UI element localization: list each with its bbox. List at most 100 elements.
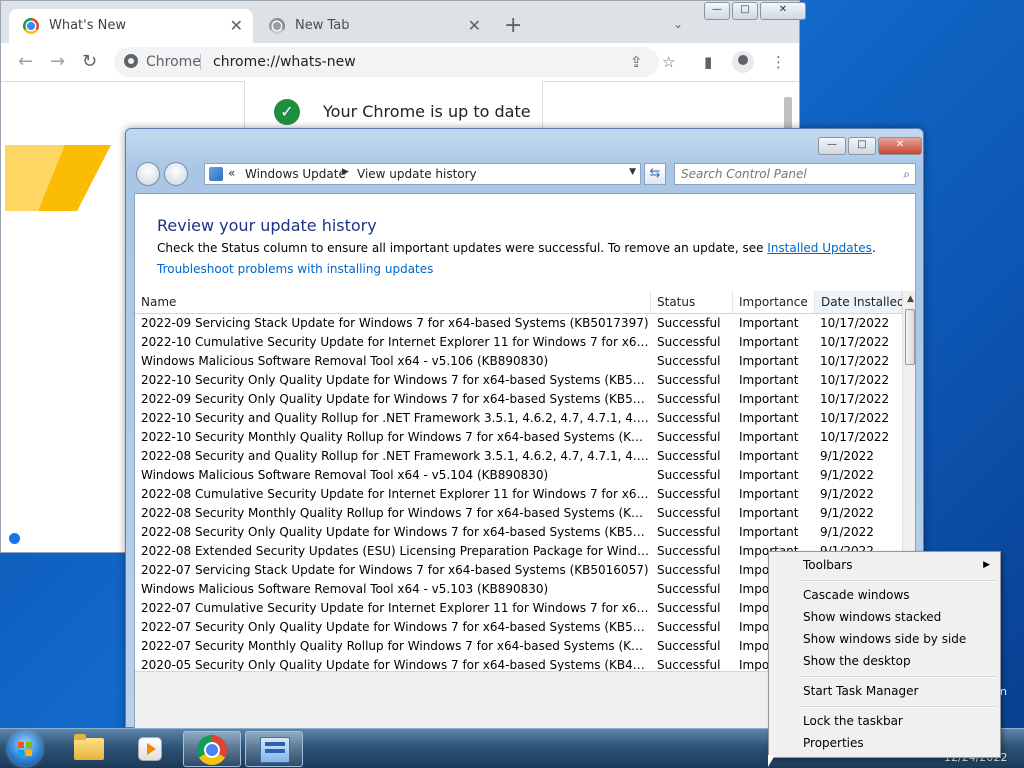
column-header-name[interactable]: Name (135, 291, 651, 313)
menu-separator (799, 580, 997, 582)
update-row[interactable]: Windows Malicious Software Removal Tool … (135, 352, 902, 371)
tab-new-tab[interactable]: New Tab ✕ (255, 9, 491, 43)
update-status: Successful (657, 335, 721, 349)
scrollbar-thumb[interactable] (905, 309, 915, 365)
close-button[interactable]: ✕ (878, 137, 922, 155)
refresh-button[interactable]: ⇆ (644, 163, 666, 185)
menu-item-show-windows-side-by-side[interactable]: Show windows side by side (803, 632, 966, 646)
scroll-up-icon[interactable]: ▲ (903, 291, 915, 308)
chrome-menu-icon[interactable]: ⋮ (771, 53, 786, 71)
address-dropdown-icon[interactable]: ▼ (629, 167, 636, 177)
taskbar-control-panel[interactable] (245, 731, 303, 767)
menu-item-lock-the-taskbar[interactable]: Lock the taskbar (803, 714, 903, 728)
share-icon[interactable]: ⇪ (630, 53, 643, 71)
installed-updates-link[interactable]: Installed Updates (767, 241, 872, 255)
update-importance: Important (739, 525, 799, 539)
chrome-toolbar: ← → ↻ Chrome chrome://whats-new ⇪ ☆ ▮ ⋮ (1, 43, 799, 82)
update-status: Successful (657, 449, 721, 463)
new-tab-button[interactable]: + (504, 14, 522, 38)
tab-close-icon[interactable]: ✕ (230, 9, 243, 43)
update-name: Windows Malicious Software Removal Tool … (141, 468, 549, 482)
tab-label: What's New (49, 18, 126, 33)
update-row[interactable]: 2022-09 Security Only Quality Update for… (135, 390, 902, 409)
update-row[interactable]: 2022-10 Security Monthly Quality Rollup … (135, 428, 902, 447)
update-importance: Important (739, 506, 799, 520)
breadcrumb-overflow-icon[interactable]: « (228, 166, 235, 180)
search-icon[interactable]: ⌕ (903, 167, 910, 182)
update-status: Successful (657, 506, 721, 520)
update-row[interactable]: 2022-10 Security and Quality Rollup for … (135, 409, 902, 428)
update-date: 10/17/2022 (820, 373, 890, 387)
bookmark-star-icon[interactable]: ☆ (662, 53, 675, 71)
menu-item-properties[interactable]: Properties (803, 736, 864, 750)
minimize-button[interactable]: — (704, 2, 730, 20)
update-row[interactable]: Windows Malicious Software Removal Tool … (135, 466, 902, 485)
menu-item-show-the-desktop[interactable]: Show the desktop (803, 654, 911, 668)
column-header-status[interactable]: Status (651, 291, 733, 313)
update-row[interactable]: 2022-09 Servicing Stack Update for Windo… (135, 314, 902, 333)
side-panel-icon[interactable]: ▮ (704, 53, 712, 71)
taskbar-chrome[interactable] (183, 731, 241, 767)
update-row[interactable]: 2022-10 Cumulative Security Update for I… (135, 333, 902, 352)
breadcrumb-view-update-history[interactable]: View update history (357, 167, 477, 181)
maximize-button[interactable]: □ (848, 137, 876, 155)
blue-dot-icon (9, 533, 20, 544)
update-name: 2022-10 Security Only Quality Update for… (141, 373, 649, 387)
search-input[interactable] (681, 167, 881, 181)
update-name: Windows Malicious Software Removal Tool … (141, 582, 549, 596)
start-button[interactable] (8, 732, 42, 766)
search-box[interactable]: ⌕ (674, 163, 916, 185)
submenu-arrow-icon: ▶ (983, 560, 990, 570)
minimize-button[interactable]: — (818, 137, 846, 155)
update-importance: Important (739, 335, 799, 349)
update-date: 9/1/2022 (820, 487, 874, 501)
update-row[interactable]: 2022-08 Cumulative Security Update for I… (135, 485, 902, 504)
update-status: Successful (657, 658, 721, 671)
update-importance: Important (739, 392, 799, 406)
maximize-button[interactable]: □ (732, 2, 758, 20)
page-title: Review your update history (157, 216, 377, 235)
update-importance: Important (739, 468, 799, 482)
omnibox-url[interactable]: chrome://whats-new (213, 47, 356, 77)
update-row[interactable]: 2022-10 Security Only Quality Update for… (135, 371, 902, 390)
decorative-yellow-shape (5, 145, 111, 211)
tab-close-icon[interactable]: ✕ (468, 9, 481, 43)
profile-avatar-icon[interactable] (732, 51, 754, 73)
update-importance: Important (739, 373, 799, 387)
breadcrumb-windows-update[interactable]: Windows Update (245, 167, 346, 181)
back-arrow-icon[interactable]: ← (18, 51, 33, 72)
chrome-favicon-icon (23, 18, 39, 34)
update-row[interactable]: 2022-08 Security Monthly Quality Rollup … (135, 504, 902, 523)
column-header-date-installed[interactable]: Date Installed (815, 291, 905, 313)
tab-search-chevron-icon[interactable]: ⌄ (673, 17, 683, 31)
address-bar[interactable]: « Windows Update ▶ View update history ▼ (204, 163, 641, 185)
update-date: 9/1/2022 (820, 506, 874, 520)
update-name: 2022-09 Security Only Quality Update for… (141, 392, 649, 406)
taskbar-explorer[interactable] (60, 731, 118, 767)
troubleshoot-link[interactable]: Troubleshoot problems with installing up… (157, 262, 433, 276)
mouse-cursor-icon (768, 755, 775, 767)
update-date: 10/17/2022 (820, 392, 890, 406)
update-status: Successful (657, 411, 721, 425)
menu-item-toolbars[interactable]: Toolbars (803, 558, 852, 572)
update-row[interactable]: 2022-08 Security and Quality Rollup for … (135, 447, 902, 466)
control-panel-icon (260, 737, 290, 763)
taskbar-media-player[interactable] (121, 731, 179, 767)
menu-separator (799, 706, 997, 708)
tab-whats-new[interactable]: What's New ✕ (9, 9, 253, 43)
omnibox[interactable]: Chrome chrome://whats-new (114, 47, 659, 77)
menu-item-start-task-manager[interactable]: Start Task Manager (803, 684, 918, 698)
update-row[interactable]: 2022-08 Security Only Quality Update for… (135, 523, 902, 542)
menu-item-show-windows-stacked[interactable]: Show windows stacked (803, 610, 941, 624)
forward-button[interactable] (164, 162, 188, 186)
column-header-importance[interactable]: Importance (733, 291, 815, 313)
breadcrumb-separator-icon[interactable]: ▶ (342, 167, 349, 177)
forward-arrow-icon[interactable]: → (50, 51, 65, 72)
menu-item-cascade-windows[interactable]: Cascade windows (803, 588, 910, 602)
reload-icon[interactable]: ↻ (82, 51, 97, 72)
menu-separator (799, 676, 997, 678)
back-button[interactable] (136, 162, 160, 186)
close-button[interactable]: ✕ (760, 2, 806, 20)
page-description: Check the Status column to ensure all im… (157, 241, 876, 255)
update-status: Successful (657, 430, 721, 444)
